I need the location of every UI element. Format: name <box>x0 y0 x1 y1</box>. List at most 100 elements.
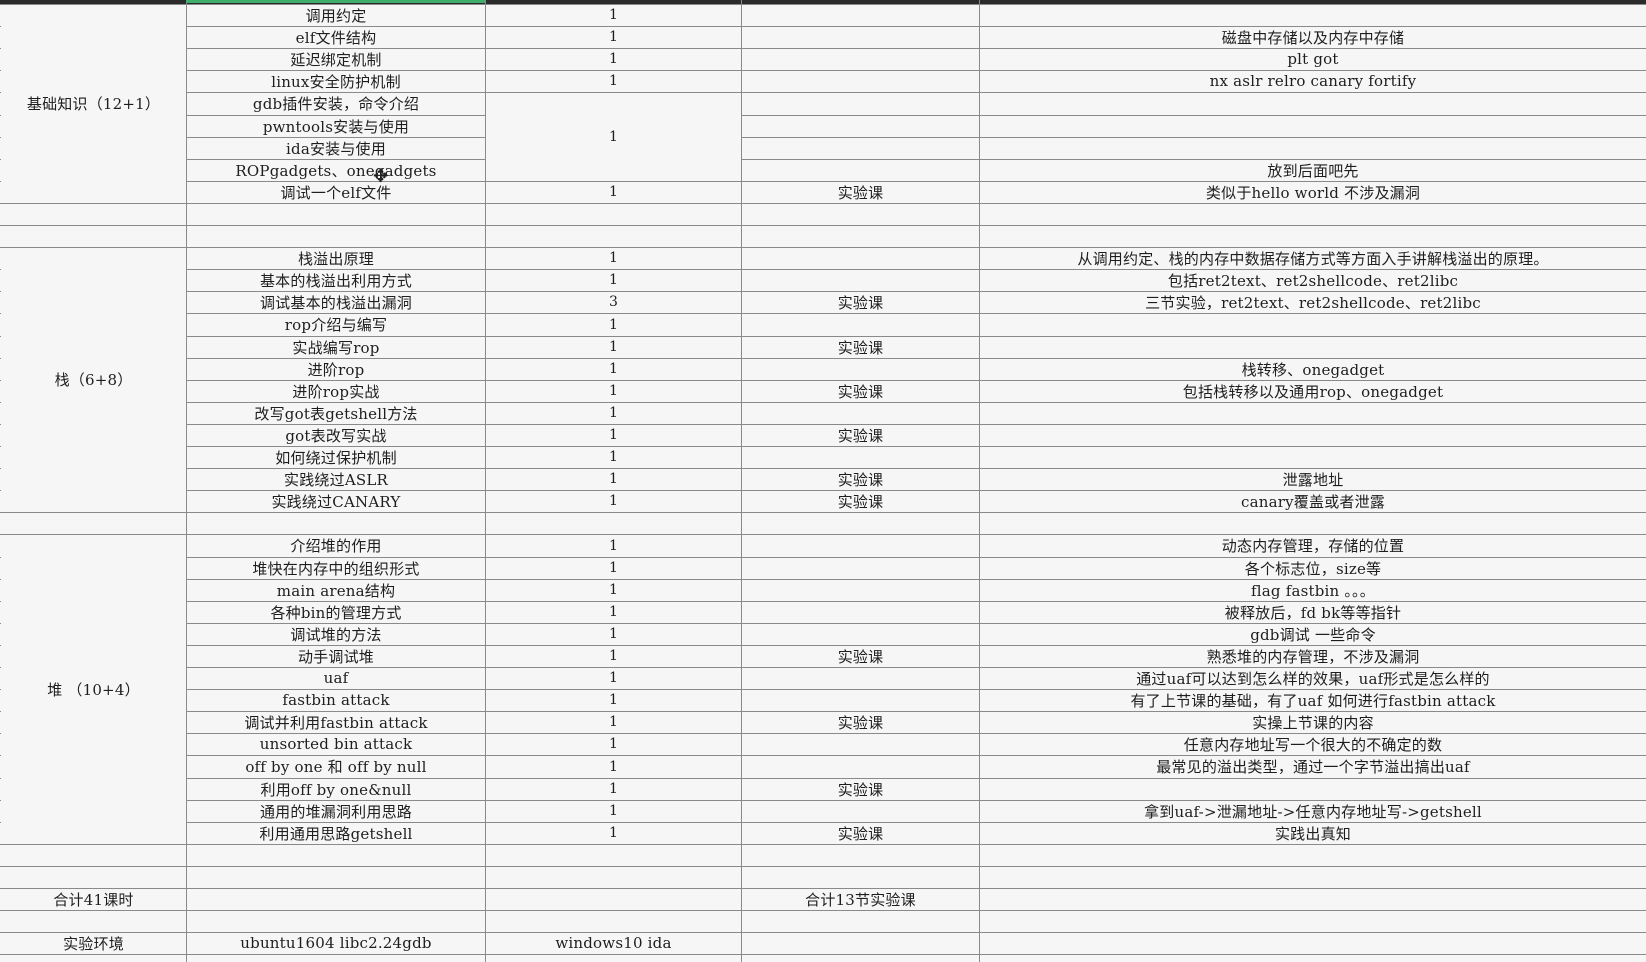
note-cell[interactable] <box>980 446 1646 468</box>
note-cell[interactable]: 包括ret2text、ret2shellcode、ret2libc <box>980 269 1646 291</box>
topic-cell[interactable]: uaf <box>187 667 485 689</box>
note-cell[interactable]: 被释放后，fd bk等等指针 <box>980 601 1646 623</box>
lesson-type-cell[interactable] <box>742 667 979 689</box>
note-cell[interactable]: 实践出真知 <box>980 822 1646 844</box>
hours-cell[interactable]: 1 <box>486 468 741 490</box>
hours-cell[interactable]: 1 <box>486 490 741 512</box>
lesson-type-cell[interactable]: 实验课 <box>742 380 979 402</box>
topic-cell[interactable]: 介绍堆的作用 <box>187 534 485 557</box>
topic-cell[interactable]: off by one 和 off by null <box>187 755 485 778</box>
hours-cell[interactable]: 1 <box>486 778 741 800</box>
lesson-type-cell[interactable]: 实验课 <box>742 291 979 313</box>
section-name-cell[interactable]: 基础知识（12+1） <box>1 4 186 203</box>
note-cell[interactable]: 熟悉堆的内存管理，不涉及漏洞 <box>980 645 1646 667</box>
hours-cell[interactable]: 1 <box>486 336 741 358</box>
topic-cell[interactable]: ida安装与使用 <box>187 137 485 159</box>
lesson-type-cell[interactable] <box>742 579 979 601</box>
environment-windows-cell[interactable]: windows10 ida <box>486 932 741 954</box>
hours-cell[interactable]: 1 <box>486 689 741 711</box>
note-cell[interactable] <box>980 92 1646 115</box>
hours-cell[interactable]: 1 <box>486 424 741 446</box>
lesson-type-cell[interactable] <box>742 115 979 137</box>
hours-cell[interactable]: 1 <box>486 358 741 380</box>
lesson-type-cell[interactable] <box>742 70 979 92</box>
note-cell[interactable]: plt got <box>980 48 1646 70</box>
note-cell[interactable]: 放到后面吧先 <box>980 159 1646 181</box>
note-cell[interactable]: 通过uaf可以达到怎么样的效果，uaf形式是怎么样的 <box>980 667 1646 689</box>
lesson-type-cell[interactable] <box>742 446 979 468</box>
topic-cell[interactable]: 各种bin的管理方式 <box>187 601 485 623</box>
topic-cell[interactable]: rop介绍与编写 <box>187 313 485 336</box>
note-cell[interactable]: 从调用约定、栈的内存中数据存储方式等方面入手讲解栈溢出的原理。 <box>980 247 1646 269</box>
lesson-type-cell[interactable] <box>742 534 979 557</box>
lesson-type-cell[interactable]: 实验课 <box>742 424 979 446</box>
note-cell[interactable]: 磁盘中存储以及内存中存储 <box>980 26 1646 48</box>
hours-cell[interactable]: 1 <box>486 733 741 755</box>
section-name-cell[interactable]: 堆 （10+4） <box>1 534 186 844</box>
note-cell[interactable]: 任意内存地址写一个很大的不确定的数 <box>980 733 1646 755</box>
topic-cell[interactable]: 调试一个elf文件 <box>187 181 485 203</box>
note-cell[interactable]: gdb调试 一些命令 <box>980 623 1646 645</box>
lesson-type-cell[interactable] <box>742 755 979 778</box>
topic-cell[interactable]: linux安全防护机制 <box>187 70 485 92</box>
topic-cell[interactable]: 调试堆的方法 <box>187 623 485 645</box>
topic-cell[interactable]: 利用off by one&null <box>187 778 485 800</box>
hours-cell[interactable]: 1 <box>486 26 741 48</box>
topic-cell[interactable]: 进阶rop实战 <box>187 380 485 402</box>
lesson-type-cell[interactable] <box>742 159 979 181</box>
note-cell[interactable] <box>980 778 1646 800</box>
topic-cell[interactable]: 实践绕过ASLR <box>187 468 485 490</box>
hours-cell[interactable]: 1 <box>486 269 741 291</box>
hours-cell[interactable]: 1 <box>486 755 741 778</box>
note-cell[interactable]: flag fastbin 。。。 <box>980 579 1646 601</box>
hours-cell[interactable]: 1 <box>486 380 741 402</box>
topic-cell[interactable]: 进阶rop <box>187 358 485 380</box>
hours-cell[interactable]: 1 <box>486 92 741 181</box>
note-cell[interactable] <box>980 424 1646 446</box>
note-cell[interactable] <box>980 336 1646 358</box>
topic-cell[interactable]: unsorted bin attack <box>187 733 485 755</box>
note-cell[interactable] <box>980 137 1646 159</box>
lesson-type-cell[interactable]: 实验课 <box>742 711 979 733</box>
hours-cell[interactable]: 1 <box>486 623 741 645</box>
lesson-type-cell[interactable]: 实验课 <box>742 778 979 800</box>
lesson-type-cell[interactable] <box>742 623 979 645</box>
topic-cell[interactable]: 基本的栈溢出利用方式 <box>187 269 485 291</box>
lesson-type-cell[interactable] <box>742 247 979 269</box>
hours-cell[interactable]: 3 <box>486 291 741 313</box>
topic-cell[interactable]: 通用的堆漏洞利用思路 <box>187 800 485 822</box>
lesson-type-cell[interactable] <box>742 269 979 291</box>
spreadsheet[interactable]: 基础知识（12+1） 调用约定 1 elf文件结构 1 磁盘中存储以及内存中存储 延迟绑定机… <box>0 0 1646 962</box>
note-cell[interactable]: 拿到uaf->泄漏地址->任意内存地址写->getshell <box>980 800 1646 822</box>
hours-cell[interactable]: 1 <box>486 70 741 92</box>
lesson-type-cell[interactable]: 实验课 <box>742 468 979 490</box>
hours-cell[interactable]: 1 <box>486 181 741 203</box>
note-cell[interactable] <box>980 313 1646 336</box>
lesson-type-cell[interactable] <box>742 358 979 380</box>
summary-lab-cell[interactable]: 合计13节实验课 <box>742 888 979 910</box>
hours-cell[interactable]: 1 <box>486 800 741 822</box>
hours-cell[interactable]: 1 <box>486 446 741 468</box>
environment-linux-cell[interactable]: ubuntu1604 libc2.24gdb <box>187 932 485 954</box>
lesson-type-cell[interactable]: 实验课 <box>742 181 979 203</box>
note-cell[interactable]: 动态内存管理，存储的位置 <box>980 534 1646 557</box>
hours-cell[interactable]: 1 <box>486 645 741 667</box>
topic-cell[interactable]: 利用通用思路getshell <box>187 822 485 844</box>
lesson-type-cell[interactable]: 实验课 <box>742 490 979 512</box>
topic-cell[interactable]: fastbin attack <box>187 689 485 711</box>
note-cell[interactable]: 有了上节课的基础，有了uaf 如何进行fastbin attack <box>980 689 1646 711</box>
topic-cell[interactable]: elf文件结构 <box>187 26 485 48</box>
topic-cell[interactable]: 改写got表getshell方法 <box>187 402 485 424</box>
topic-cell[interactable]: ROPgadgets、onegadgets <box>187 159 485 181</box>
note-cell[interactable]: 最常见的溢出类型，通过一个字节溢出搞出uaf <box>980 755 1646 778</box>
note-cell[interactable]: nx aslr relro canary fortify <box>980 70 1646 92</box>
hours-cell[interactable]: 1 <box>486 402 741 424</box>
lesson-type-cell[interactable] <box>742 26 979 48</box>
lesson-type-cell[interactable] <box>742 137 979 159</box>
lesson-type-cell[interactable] <box>742 733 979 755</box>
hours-cell[interactable]: 1 <box>486 667 741 689</box>
hours-cell[interactable]: 1 <box>486 579 741 601</box>
hours-cell[interactable]: 1 <box>486 601 741 623</box>
topic-cell[interactable]: main arena结构 <box>187 579 485 601</box>
lesson-type-cell[interactable]: 实验课 <box>742 645 979 667</box>
